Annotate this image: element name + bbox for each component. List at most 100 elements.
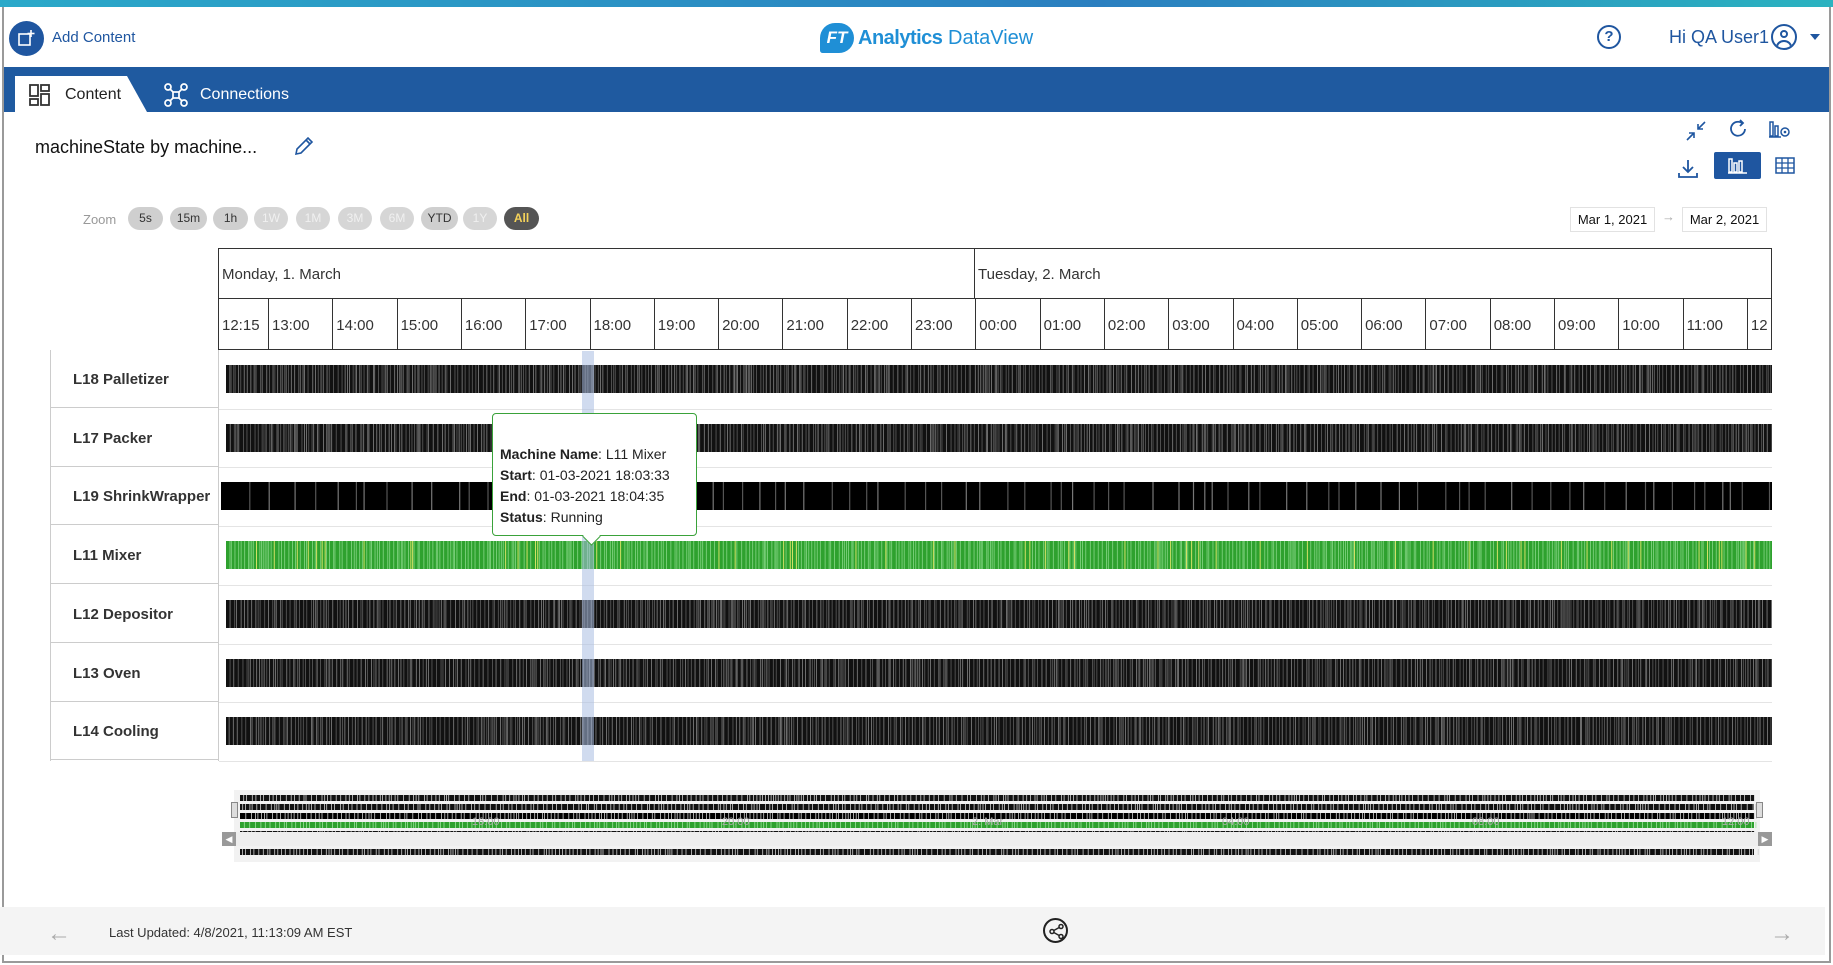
navigator-scrollbar[interactable]: [222, 832, 1772, 846]
row-label-column: L18 Palletizer L17 Packer L19 ShrinkWrappe…: [50, 350, 219, 761]
scroll-left-icon[interactable]: ◀: [222, 832, 236, 846]
table-view-button[interactable]: [1765, 152, 1805, 179]
edit-icon[interactable]: [293, 135, 315, 157]
chart-view-icon: [1728, 158, 1747, 174]
nav-bar: Content Connections: [4, 67, 1829, 112]
hour-tick-label: 20:00: [718, 299, 782, 350]
arrow-left-icon[interactable]: ←: [47, 920, 71, 948]
navigator-tick-label: 04:00: [1222, 816, 1250, 828]
tooltip-status-label: Status: [500, 509, 543, 525]
add-content-label[interactable]: Add Content: [52, 29, 135, 46]
chart-settings-icon[interactable]: [1768, 118, 1792, 140]
hour-tick-label: 10:00: [1618, 299, 1682, 350]
state-bar[interactable]: [226, 365, 1772, 393]
navigator-tick-label: 2. Mar: [972, 816, 1004, 828]
zoom-option-ytd[interactable]: YTD: [421, 207, 458, 230]
hour-tick-label: 14:00: [332, 299, 396, 350]
tooltip-start-value: 01-03-2021 18:03:33: [539, 467, 670, 483]
tooltip: Machine Name: L11 Mixer Start: 01-03-202…: [492, 413, 697, 536]
row-gridline: [219, 643, 1772, 645]
zoom-option-1w: 1W: [254, 207, 288, 230]
hour-tick-label: 12: [1746, 299, 1772, 350]
state-bar[interactable]: [226, 717, 1772, 746]
row-label: L12 Depositor: [51, 585, 219, 643]
help-icon[interactable]: ?: [1597, 25, 1621, 49]
hour-tick-label: 11:00: [1682, 299, 1747, 350]
hour-tick-label: 04:00: [1232, 299, 1297, 350]
hour-tick-label: 06:00: [1361, 299, 1425, 350]
zoom-option-15m[interactable]: 15m: [170, 207, 207, 230]
tooltip-start-label: Start: [500, 467, 532, 483]
navigator-right-handle[interactable]: [1756, 802, 1763, 818]
row-gridline: [219, 408, 1772, 410]
navigator-tick-label: 20:00: [722, 816, 750, 828]
state-bar[interactable]: [221, 482, 1772, 511]
row-label: L18 Palletizer: [51, 350, 219, 408]
hour-tick-label: 07:00: [1425, 299, 1489, 350]
share-icon[interactable]: [1043, 918, 1068, 943]
hour-tick-label: 22:00: [846, 299, 911, 350]
tab-connections[interactable]: Connections: [164, 76, 314, 112]
date-range-to[interactable]: Mar 2, 2021: [1682, 207, 1767, 232]
row-label: L14 Cooling: [51, 702, 219, 761]
zoom-option-5s[interactable]: 5s: [128, 207, 163, 230]
zoom-option-1h[interactable]: 1h: [213, 207, 248, 230]
row-label: L19 ShrinkWrapper: [51, 467, 219, 526]
tooltip-status-value: Running: [550, 509, 603, 525]
visualization-title: machineState by machine...: [35, 137, 258, 157]
tooltip-end-value: 01-03-2021 18:04:35: [534, 488, 665, 504]
navigator-left-handle[interactable]: [231, 802, 238, 818]
tooltip-machine-value: L11 Mixer: [605, 446, 667, 462]
grid-icon: [29, 84, 50, 106]
zoom-option-1m: 1M: [296, 207, 330, 230]
refresh-icon[interactable]: [1727, 118, 1749, 140]
row-gridline: [219, 526, 1772, 528]
tab-connections-label: Connections: [200, 86, 289, 103]
timeline-navigator[interactable]: 16:00 20:00 2. Mar 04:00 08:00 12:00 ◀ ▶: [222, 790, 1772, 868]
user-icon[interactable]: [1771, 24, 1797, 50]
row-gridline: [219, 702, 1772, 704]
user-greeting[interactable]: Hi QA User1: [1669, 27, 1769, 48]
chevron-down-icon[interactable]: [1810, 34, 1820, 40]
footer: ← Last Updated: 4/8/2021, 11:13:09 AM ES…: [0, 907, 1825, 955]
chart-view-button[interactable]: [1714, 152, 1761, 179]
hour-tick-label: 03:00: [1168, 299, 1232, 350]
hour-tick-label: 01:00: [1039, 299, 1104, 350]
hour-tick-label: 18:00: [589, 299, 654, 350]
arrow-right-icon[interactable]: →: [1770, 920, 1794, 948]
table-view-icon: [1775, 157, 1795, 174]
row-label: L13 Oven: [51, 644, 219, 702]
tab-content[interactable]: Content: [15, 76, 147, 112]
zoom-option-all[interactable]: All: [504, 207, 539, 230]
hour-tick-label: 21:00: [782, 299, 846, 350]
state-bar[interactable]: [226, 423, 1772, 452]
hour-tick-label: 17:00: [525, 299, 589, 350]
hour-tick-label: 19:00: [653, 299, 718, 350]
download-icon[interactable]: [1677, 158, 1699, 180]
state-bar[interactable]: [226, 599, 1772, 628]
date-range-from[interactable]: Mar 1, 2021: [1570, 207, 1655, 232]
day-header: Monday, 1. March: [218, 248, 974, 298]
hour-tick-label: 09:00: [1554, 299, 1618, 350]
hour-tick-label: 23:00: [911, 299, 975, 350]
connections-icon: [164, 83, 188, 107]
zoom-label: Zoom: [83, 212, 117, 227]
hour-tick-label: 00:00: [975, 299, 1039, 350]
day-header: Tuesday, 2. March: [974, 248, 1772, 298]
zoom-option-6m: 6M: [380, 207, 414, 230]
collapse-icon[interactable]: [1685, 120, 1707, 142]
row-gridline: [219, 467, 1772, 469]
row-label: L17 Packer: [51, 409, 219, 467]
row-gridline: [219, 760, 1772, 762]
row-label: L11 Mixer: [51, 526, 219, 585]
scroll-right-icon[interactable]: ▶: [1758, 832, 1772, 846]
logo-suffix: DataView: [948, 27, 1034, 49]
tab-content-label: Content: [65, 86, 122, 103]
add-content-button[interactable]: [9, 21, 44, 56]
state-bar[interactable]: [226, 658, 1772, 687]
navigator-tick-label: 12:00: [1722, 816, 1750, 828]
hour-tick-label: 15:00: [396, 299, 461, 350]
row-gridline: [219, 584, 1772, 586]
tooltip-end-label: End: [500, 488, 527, 504]
state-bar[interactable]: [226, 541, 1772, 570]
